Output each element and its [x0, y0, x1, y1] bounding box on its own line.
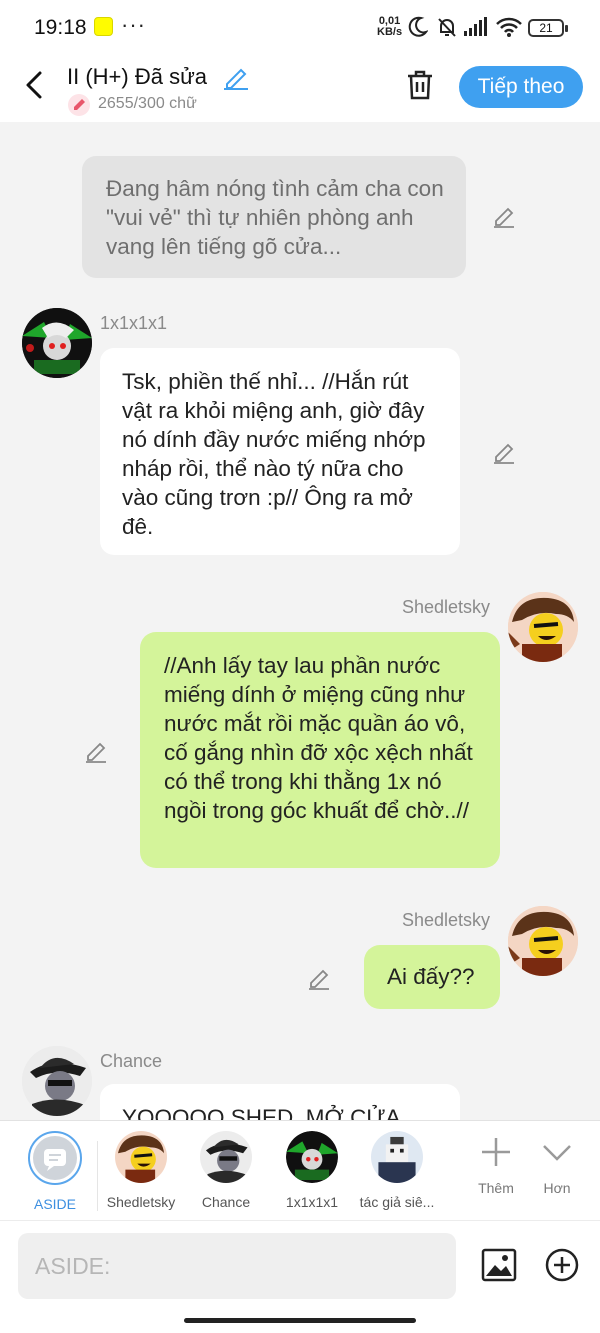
signal-icon [464, 17, 487, 36]
plus-icon [482, 1138, 510, 1166]
character-chance[interactable]: Chance [186, 1131, 266, 1210]
bell-muted-icon [438, 18, 456, 37]
image-icon[interactable] [481, 1247, 517, 1283]
network-speed-unit: KB/s [377, 26, 403, 38]
message-bubble[interactable]: //Anh lấy tay lau phần nước miếng dính ở… [140, 632, 500, 868]
edit-message-pencil-icon[interactable] [307, 966, 331, 990]
wifi-icon [496, 17, 522, 37]
back-arrow-icon[interactable] [22, 70, 48, 100]
avatar-shedletsky[interactable] [508, 592, 578, 662]
avatar-chance [200, 1131, 252, 1183]
message-bubble[interactable]: Tsk, phiền thế nhỉ... //Hắn rút vật ra k… [100, 348, 460, 555]
message-bubble[interactable]: YOOOOO SHED, MỞ CỬA [100, 1084, 460, 1120]
edit-message-pencil-icon[interactable] [492, 440, 516, 464]
character-aside[interactable]: ASIDE [15, 1131, 95, 1212]
edit-message-pencil-icon[interactable] [84, 739, 108, 763]
message-text: Tsk, phiền thế nhỉ... //Hắn rút vật ra k… [122, 369, 426, 539]
avatar-chance[interactable] [22, 1046, 92, 1116]
message-text: //Anh lấy tay lau phần nước miếng dính ở… [164, 653, 473, 823]
sender-name: Shedletsky [402, 910, 491, 930]
avatar-1x1x1x1 [286, 1131, 338, 1183]
more-label: Hơn [543, 1180, 571, 1196]
character-shedletsky[interactable]: Shedletsky [101, 1131, 181, 1210]
edit-message-pencil-icon[interactable] [492, 204, 516, 228]
sender-name: Chance [100, 1051, 163, 1071]
avatar-shedletsky[interactable] [508, 906, 578, 976]
character-label: 1x1x1x1 [285, 1194, 339, 1210]
avatar-1x1x1x1[interactable] [22, 308, 92, 378]
battery-indicator: 21 [528, 19, 568, 37]
more-button[interactable]: Hơn [527, 1135, 587, 1196]
add-label: Thêm [478, 1180, 514, 1196]
character-author[interactable]: tác giả siê... [357, 1131, 437, 1210]
add-character-button[interactable]: Thêm [466, 1135, 526, 1196]
network-speed: 0,01 KB/s [377, 16, 402, 38]
sender-name: 1x1x1x1 [100, 313, 168, 333]
do-not-disturb-moon-icon [408, 16, 428, 37]
edit-title-pencil-icon[interactable] [223, 64, 249, 90]
word-count-pencil-icon [68, 94, 90, 116]
composer-bar [0, 1220, 600, 1333]
chat-area[interactable]: Đang hâm nóng tình cảm cha con "vui vẻ" … [0, 122, 600, 1120]
aside-message-bubble[interactable]: Đang hâm nóng tình cảm cha con "vui vẻ" … [82, 156, 466, 278]
sender-name: Shedletsky [402, 597, 491, 617]
chevron-down-icon [543, 1145, 571, 1161]
chat-bubble-icon [44, 1149, 66, 1171]
character-label: Chance [201, 1194, 251, 1210]
character-label: ASIDE [33, 1196, 76, 1212]
message-text: YOOOOO SHED, MỞ CỬA [122, 1105, 401, 1120]
status-bar: 19:18 ··· 0,01 KB/s 21 [0, 0, 600, 56]
aside-avatar [28, 1131, 82, 1185]
trash-icon[interactable] [406, 70, 434, 100]
avatar-shedletsky [115, 1131, 167, 1183]
next-button[interactable]: Tiếp theo [459, 66, 583, 108]
app-header: II (H+) Đã sửa 2655/300 chữ Tiếp theo [0, 56, 600, 122]
snapchat-notification-icon [94, 17, 113, 36]
more-notifications-icon: ··· [121, 12, 146, 37]
character-count: 2655/300 chữ [98, 95, 197, 112]
message-text: Ai đấy?? [387, 964, 475, 989]
story-title: II (H+) Đã sửa [67, 64, 208, 89]
divider [97, 1141, 98, 1211]
character-label: Shedletsky [106, 1194, 176, 1210]
character-1x1x1x1[interactable]: 1x1x1x1 [272, 1131, 352, 1210]
character-selector: ASIDE Shedletsky Chance 1x1x1x1 tác giả … [0, 1120, 600, 1220]
message-bubble[interactable]: Ai đấy?? [364, 945, 500, 1009]
character-label: tác giả siê... [359, 1194, 435, 1210]
avatar-author [371, 1131, 423, 1183]
message-input[interactable] [18, 1233, 456, 1299]
status-time: 19:18 [34, 16, 87, 39]
add-circle-icon[interactable] [545, 1248, 579, 1282]
home-indicator [184, 1318, 416, 1323]
message-text: Đang hâm nóng tình cảm cha con "vui vẻ" … [106, 176, 444, 259]
